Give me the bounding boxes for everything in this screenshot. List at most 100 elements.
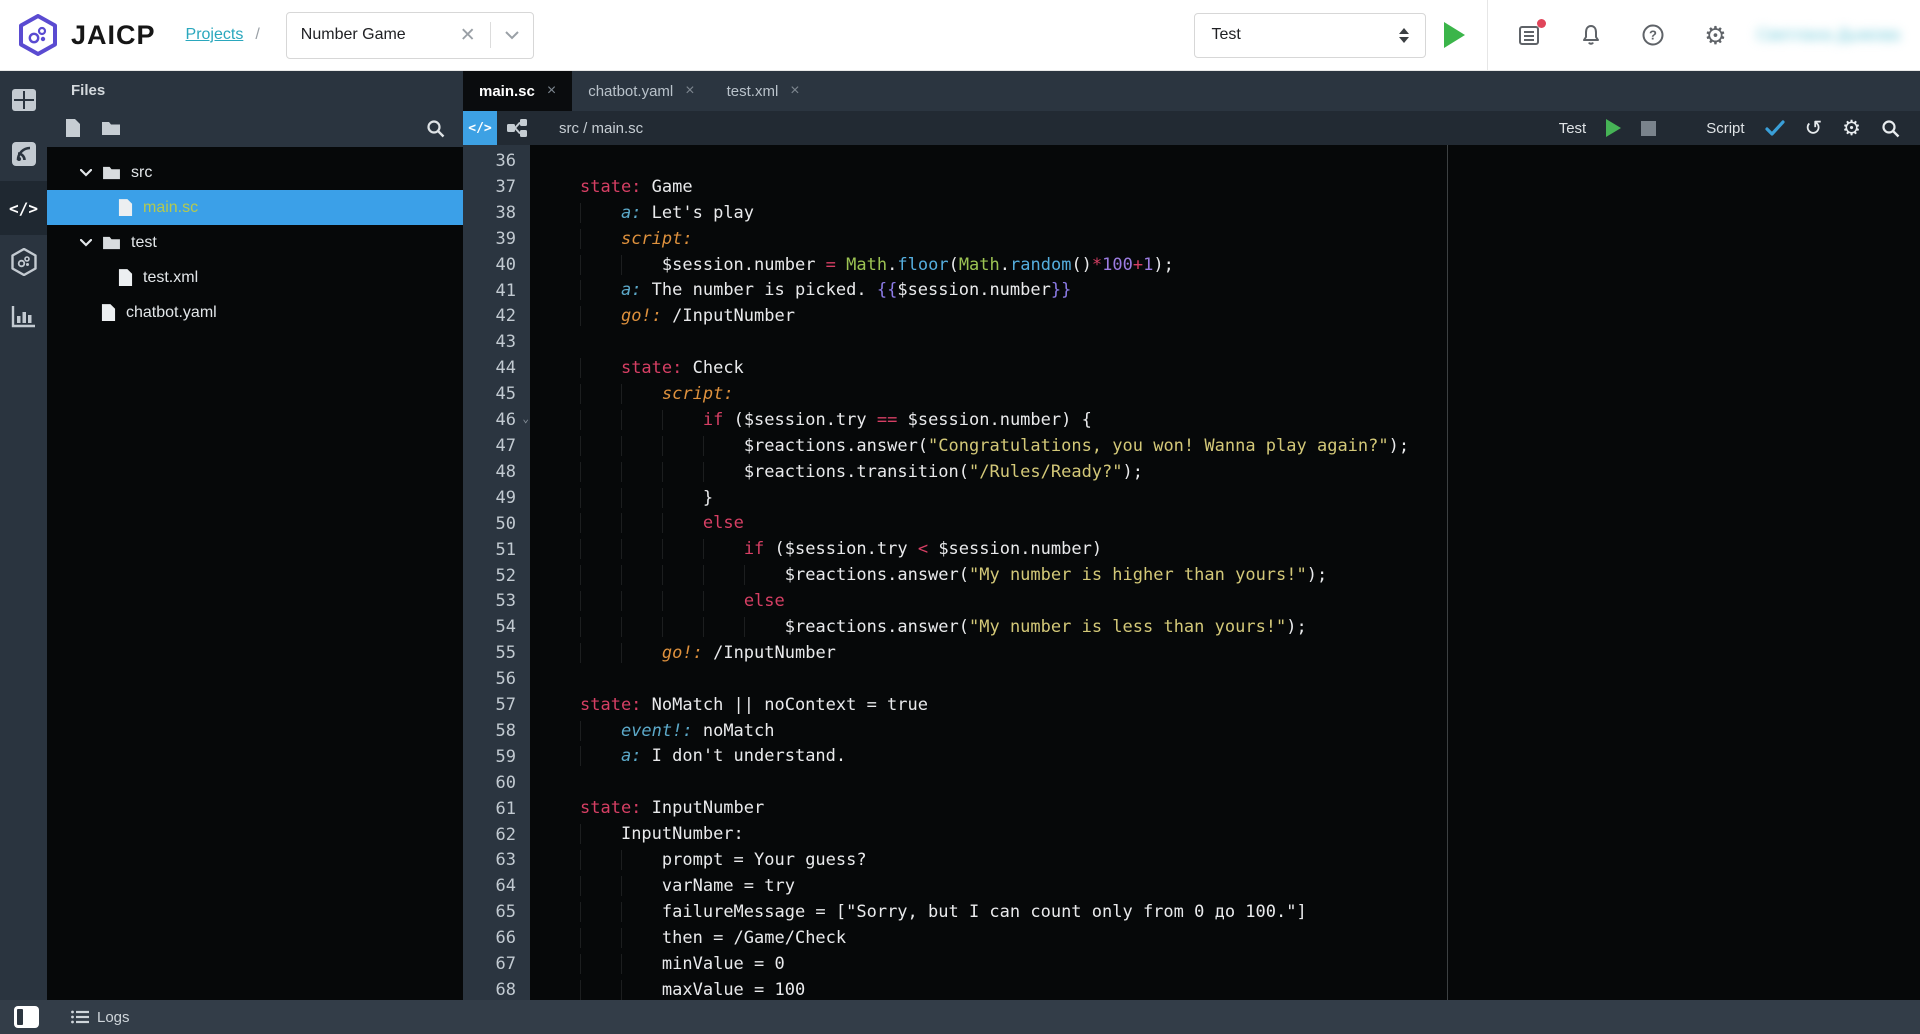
line-number: 45 [463, 382, 530, 408]
close-icon[interactable]: ✕ [460, 26, 476, 45]
code-line[interactable]: if ($session.try < $session.number) [580, 537, 1920, 563]
chevron-down-icon[interactable] [80, 169, 92, 177]
code-line[interactable]: else [580, 589, 1920, 615]
code-line[interactable]: } [580, 486, 1920, 512]
code-line[interactable] [580, 330, 1920, 356]
tasks-icon[interactable] [1516, 22, 1542, 48]
tree-item-src[interactable]: src [47, 155, 463, 190]
svg-text:?: ? [1649, 28, 1657, 43]
projects-breadcrumb-link[interactable]: Projects [186, 26, 244, 44]
code-line[interactable]: a: The number is picked. {{$session.numb… [580, 278, 1920, 304]
code-line[interactable]: $reactions.answer("My number is less tha… [580, 615, 1920, 641]
channels-icon[interactable] [0, 127, 47, 181]
tab-label: main.sc [479, 83, 535, 100]
line-number: 50 [463, 512, 530, 538]
code-line[interactable] [580, 770, 1920, 796]
code-line[interactable]: then = /Game/Check [580, 926, 1920, 952]
code-lines[interactable]: state: Game a: Let's play script: $sessi… [530, 145, 1920, 1000]
jaicp-logo-icon [17, 14, 59, 56]
tree-item-label: chatbot.yaml [126, 304, 217, 322]
close-icon[interactable]: × [790, 82, 799, 100]
line-number: 57 [463, 693, 530, 719]
code-line[interactable]: prompt = Your guess? [580, 848, 1920, 874]
user-name[interactable]: Светлана Дымова [1756, 25, 1900, 45]
bottom-bar: Logs [0, 1000, 1920, 1034]
dashboard-grid-icon[interactable] [0, 73, 47, 127]
files-panel-title: Files [47, 71, 463, 109]
code-line[interactable]: go!: /InputNumber [580, 304, 1920, 330]
analytics-chart-icon[interactable] [0, 289, 47, 343]
files-toolbar [47, 109, 463, 147]
code-line[interactable]: script: [580, 227, 1920, 253]
tree-item-test[interactable]: test [47, 225, 463, 260]
code-line[interactable] [580, 149, 1920, 175]
run-bot-button[interactable] [1444, 22, 1465, 48]
bot-hexagon-icon[interactable] [0, 235, 47, 289]
code-line[interactable]: if ($session.try == $session.number) { [580, 408, 1920, 434]
header-actions: ? ⚙ [1516, 22, 1728, 48]
tab-test-xml[interactable]: test.xml× [711, 71, 816, 111]
code-line[interactable]: varName = try [580, 874, 1920, 900]
code-line[interactable]: state: Check [580, 356, 1920, 382]
code-view-button[interactable]: </> [463, 111, 497, 145]
close-icon[interactable]: × [547, 82, 556, 100]
gear-icon[interactable]: ⚙ [1702, 22, 1728, 48]
tree-item-chatbot-yaml[interactable]: chatbot.yaml [47, 295, 463, 330]
code-line[interactable]: a: I don't understand. [580, 744, 1920, 770]
code-line[interactable]: state: InputNumber [580, 796, 1920, 822]
fold-chevron-icon[interactable]: ⌄ [522, 406, 529, 432]
tree-item-label: test [131, 234, 157, 252]
code-line[interactable]: $reactions.answer("Congratulations, you … [580, 434, 1920, 460]
code-line[interactable]: event!: noMatch [580, 719, 1920, 745]
tree-item-label: test.xml [143, 269, 198, 287]
chevron-down-icon[interactable] [80, 239, 92, 247]
code-line[interactable] [580, 667, 1920, 693]
left-rail: </> [0, 71, 47, 1000]
line-number: 48 [463, 460, 530, 486]
help-icon[interactable]: ? [1640, 22, 1666, 48]
code-line[interactable]: InputNumber: [580, 822, 1920, 848]
tab-main-sc[interactable]: main.sc × [463, 71, 572, 111]
graph-view-button[interactable] [497, 111, 537, 145]
brand-title: JAICP [71, 20, 156, 51]
line-number: 47 [463, 434, 530, 460]
project-selector[interactable]: Number Game ✕ [286, 12, 534, 59]
code-line[interactable]: maxValue = 100 [580, 978, 1920, 1001]
code-line[interactable]: else [580, 511, 1920, 537]
editor-tabbar: main.sc×chatbot.yaml×test.xml× [463, 71, 1920, 111]
code-editor-icon[interactable]: </> [0, 181, 47, 235]
play-icon[interactable] [1606, 119, 1621, 137]
tree-item-main-sc[interactable]: main.sc [47, 190, 463, 225]
search-icon[interactable] [1881, 119, 1900, 138]
line-number: 36 [463, 149, 530, 175]
new-folder-icon[interactable] [101, 120, 121, 136]
line-number: 53 [463, 589, 530, 615]
new-file-icon[interactable] [65, 118, 81, 138]
gear-icon[interactable]: ⚙ [1842, 118, 1861, 139]
notification-dot [1537, 19, 1546, 28]
code-line[interactable]: $session.number = Math.floor(Math.random… [580, 253, 1920, 279]
tree-item-label: main.sc [143, 199, 198, 217]
bell-icon[interactable] [1578, 22, 1604, 48]
tab-chatbot-yaml[interactable]: chatbot.yaml× [572, 71, 710, 111]
code-line[interactable]: failureMessage = ["Sorry, but I can coun… [580, 900, 1920, 926]
panel-toggle-icon[interactable] [14, 1006, 39, 1028]
stop-icon[interactable] [1641, 121, 1656, 136]
code-line[interactable]: $reactions.transition("/Rules/Ready?"); [580, 460, 1920, 486]
chevron-down-icon[interactable] [505, 31, 519, 40]
code-line[interactable]: state: NoMatch || noContext = true [580, 693, 1920, 719]
code-line[interactable]: a: Let's play [580, 201, 1920, 227]
logs-button[interactable]: Logs [71, 1009, 130, 1026]
code-line[interactable]: go!: /InputNumber [580, 641, 1920, 667]
undo-icon[interactable]: ↺ [1805, 118, 1823, 139]
close-icon[interactable]: × [685, 82, 694, 100]
file-panel: Files src main.sc test test.xml chatbot.yaml [47, 71, 463, 1000]
code-line[interactable]: state: Game [580, 175, 1920, 201]
environment-select[interactable]: Test [1194, 13, 1426, 58]
code-line[interactable]: minValue = 0 [580, 952, 1920, 978]
tree-item-test-xml[interactable]: test.xml [47, 260, 463, 295]
line-number: 66 [463, 926, 530, 952]
code-line[interactable]: script: [580, 382, 1920, 408]
search-icon[interactable] [426, 119, 445, 138]
code-line[interactable]: $reactions.answer("My number is higher t… [580, 563, 1920, 589]
